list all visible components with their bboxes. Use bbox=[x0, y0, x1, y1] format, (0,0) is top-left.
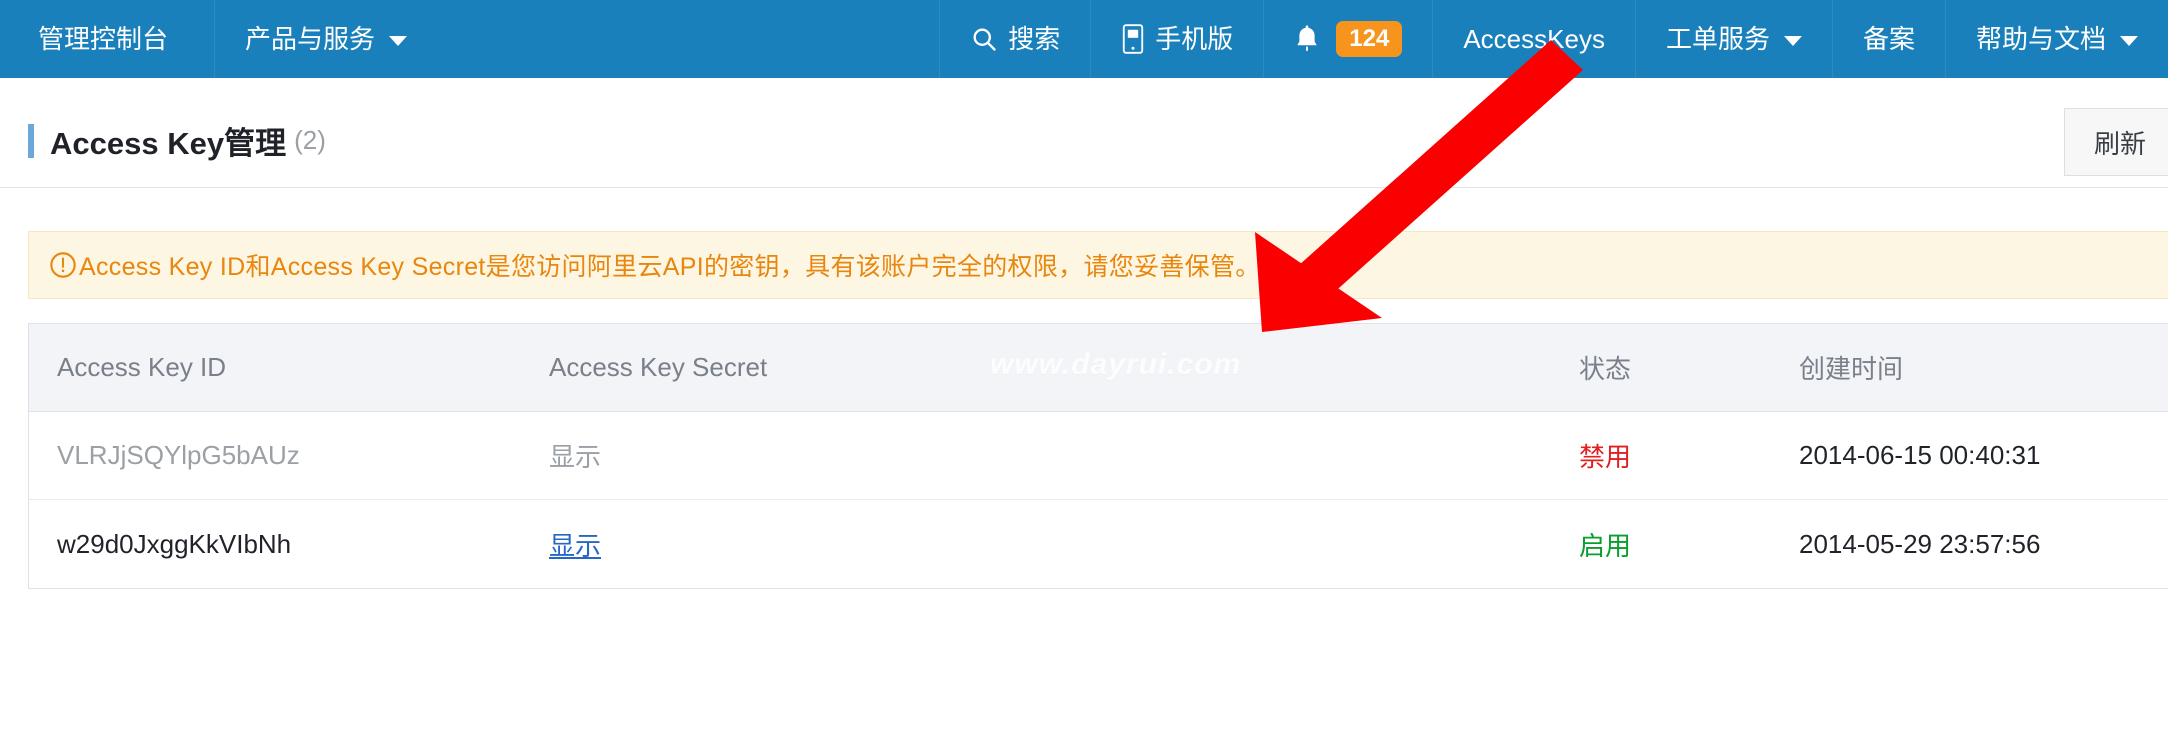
cell-access-key-id: VLRJjSQYlpG5bAUz bbox=[57, 440, 300, 470]
nav-right-group: 搜索 手机版 124 AccessKeys 工单服务 备案 帮助与文档 bbox=[939, 0, 2168, 78]
column-header-access-key-secret: Access Key Secret bbox=[549, 352, 768, 382]
title-accent-bar bbox=[28, 123, 34, 158]
mobile-phone-icon bbox=[1121, 24, 1145, 54]
cell-created-at: 2014-05-29 23:57:56 bbox=[1799, 528, 2041, 559]
page-title-count: (2) bbox=[294, 125, 326, 155]
cell-access-key-secret: 显示 bbox=[549, 526, 1579, 563]
exclamation-circle-icon bbox=[49, 251, 77, 279]
nav-item-accesskeys[interactable]: AccessKeys bbox=[1433, 0, 1636, 78]
column-header-created-at: 创建时间 bbox=[1799, 354, 1904, 384]
nav-item-search[interactable]: 搜索 bbox=[939, 0, 1092, 78]
nav-item-mobile[interactable]: 手机版 bbox=[1091, 0, 1265, 78]
nav-item-ticket-service[interactable]: 工单服务 bbox=[1636, 0, 1833, 78]
show-secret-link[interactable]: 显示 bbox=[549, 531, 601, 561]
security-warning-text: Access Key ID和Access Key Secret是您访问阿里云AP… bbox=[79, 253, 1261, 281]
chevron-down-icon bbox=[389, 36, 408, 46]
nav-item-help-docs-label: 帮助与文档 bbox=[1975, 24, 2106, 54]
nav-item-products-label: 产品与服务 bbox=[245, 24, 376, 54]
nav-item-products[interactable]: 产品与服务 bbox=[215, 0, 437, 78]
notification-badge: 124 bbox=[1336, 20, 1403, 58]
cell-access-key-id: w29d0JxggKkVIbNh bbox=[57, 528, 292, 559]
show-secret-link-disabled: 显示 bbox=[549, 442, 602, 472]
nav-item-beian[interactable]: 备案 bbox=[1833, 0, 1946, 78]
table-header-row: Access Key ID Access Key Secret 状态 创建时间 bbox=[29, 324, 2168, 412]
page-header: Access Key管理 (2) 刷新 bbox=[0, 78, 2168, 188]
nav-item-search-label: 搜索 bbox=[1008, 24, 1061, 54]
cell-access-key-secret: 显示 bbox=[549, 437, 1579, 474]
nav-item-help-docs[interactable]: 帮助与文档 bbox=[1946, 0, 2168, 78]
chevron-down-icon bbox=[1783, 36, 1802, 46]
nav-item-mobile-label: 手机版 bbox=[1155, 24, 1234, 54]
chevron-down-icon bbox=[2120, 36, 2138, 46]
refresh-button-label: 刷新 bbox=[2093, 128, 2146, 159]
page-content: Access Key ID和Access Key Secret是您访问阿里云AP… bbox=[0, 188, 2168, 589]
cell-created-at: 2014-06-15 00:40:31 bbox=[1799, 440, 2041, 470]
nav-item-console-label: 管理控制台 bbox=[38, 24, 169, 54]
column-header-access-key-id: Access Key ID bbox=[57, 352, 227, 382]
nav-item-ticket-service-label: 工单服务 bbox=[1665, 24, 1770, 54]
nav-item-console[interactable]: 管理控制台 bbox=[0, 0, 216, 78]
table-row: w29d0JxggKkVIbNh 显示 启用 2014-05-29 23:57:… bbox=[29, 500, 2168, 588]
search-icon bbox=[970, 25, 998, 53]
nav-item-notifications[interactable]: 124 bbox=[1264, 0, 1434, 78]
page-title: Access Key管理 bbox=[50, 126, 287, 161]
table-row: VLRJjSQYlpG5bAUz 显示 禁用 2014-06-15 00:40:… bbox=[29, 412, 2168, 500]
page-title-wrapper: Access Key管理 (2) bbox=[28, 118, 326, 163]
refresh-button[interactable]: 刷新 bbox=[2064, 108, 2168, 176]
nav-left-group: 管理控制台 产品与服务 bbox=[0, 0, 437, 78]
cell-status: 启用 bbox=[1579, 530, 1632, 561]
access-key-table: Access Key ID Access Key Secret 状态 创建时间 … bbox=[28, 323, 2168, 589]
security-warning-banner: Access Key ID和Access Key Secret是您访问阿里云AP… bbox=[28, 231, 2168, 299]
nav-item-accesskeys-label: AccessKeys bbox=[1463, 24, 1605, 54]
bell-icon bbox=[1294, 24, 1320, 54]
nav-item-beian-label: 备案 bbox=[1862, 24, 1915, 54]
top-navigation-bar: 管理控制台 产品与服务 搜索 手机版 124 AccessKeys 工单服务 备… bbox=[0, 0, 2168, 78]
column-header-status: 状态 bbox=[1579, 354, 1632, 384]
cell-status: 禁用 bbox=[1579, 442, 1632, 472]
